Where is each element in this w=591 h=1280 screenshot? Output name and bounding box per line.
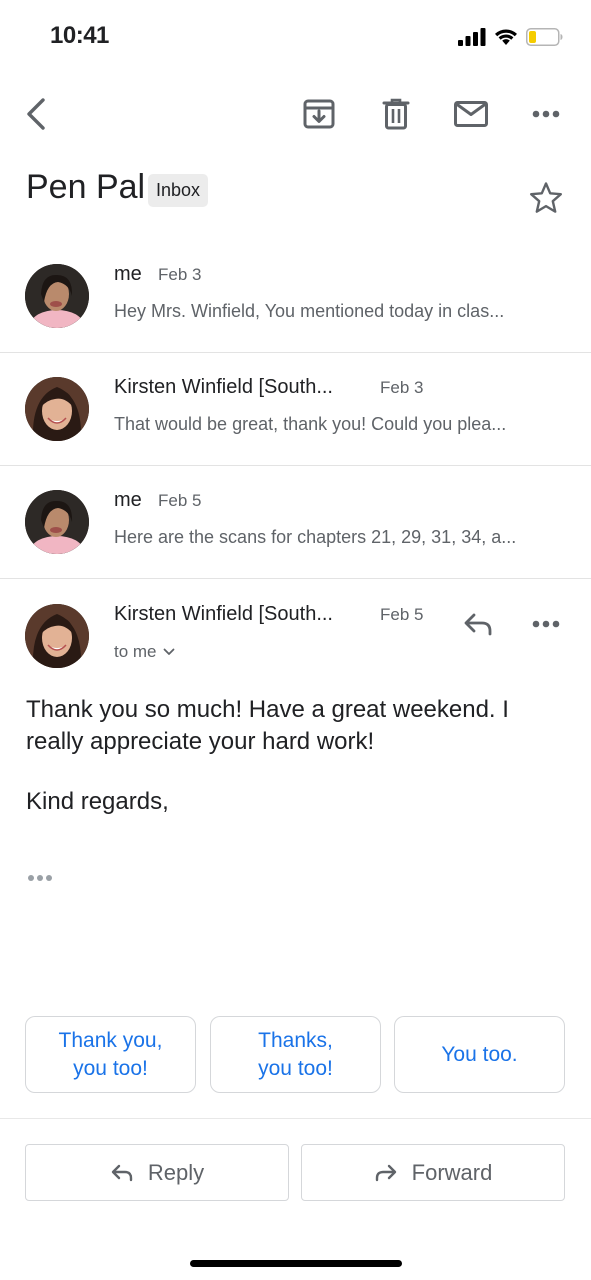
smart-reply-line: Thanks, [258,1028,333,1052]
home-indicator[interactable] [190,1260,402,1267]
message-row[interactable]: me Feb 5 Here are the scans for chapters… [0,466,591,579]
avatar [25,490,89,554]
battery-icon [526,28,563,46]
reply-icon [464,613,492,636]
reply-button[interactable]: Reply [25,1144,289,1201]
reply-icon-button[interactable] [450,594,506,654]
smart-reply-line: you too! [73,1056,148,1080]
smart-reply-line: You too. [441,1042,518,1066]
thread-subject: Pen Pal [26,168,146,206]
message-date: Feb 5 [380,605,424,624]
message-date: Feb 3 [380,378,424,397]
mark-unread-button[interactable] [443,84,499,144]
archive-icon [303,99,335,129]
more-icon [532,620,560,628]
smart-reply-line: Thank you, [58,1028,163,1052]
expanded-message: Kirsten Winfield [South... Feb 5 to me T… [0,580,591,1000]
recipient-label: to me [114,642,157,661]
back-button[interactable] [8,84,64,144]
recipient-details-toggle[interactable]: to me [114,642,175,662]
divider [0,1118,591,1119]
status-bar: 10:41 [0,0,591,76]
message-date: Feb 3 [158,265,202,284]
message-sender: me [114,263,142,285]
reply-icon [111,1164,133,1181]
status-time: 10:41 [50,22,109,49]
forward-button[interactable]: Forward [301,1144,565,1201]
cellular-signal-icon [458,28,486,46]
message-sender: Kirsten Winfield [South... [114,376,333,398]
show-trimmed-content-icon[interactable] [26,868,56,888]
message-closing: Kind regards, [26,788,169,815]
toolbar [0,84,591,144]
avatar [25,604,89,668]
more-icon [532,110,560,118]
message-date: Feb 5 [158,491,202,510]
message-sender: me [114,489,142,511]
message-snippet: Hey Mrs. Winfield, You mentioned today i… [114,301,505,321]
message-body: Thank you so much! Have a great weekend.… [26,696,509,755]
forward-icon [375,1164,396,1181]
wifi-icon [495,29,517,45]
smart-reply-button[interactable]: Thanks, you too! [210,1016,381,1093]
avatar [25,264,89,328]
back-icon [27,98,45,130]
forward-label: Forward [411,1159,493,1185]
archive-button[interactable] [291,84,347,144]
message-sender: Kirsten Winfield [South... [114,603,333,625]
message-snippet: Here are the scans for chapters 21, 29, … [114,527,517,547]
delete-button[interactable] [368,84,424,144]
more-options-button[interactable] [518,84,574,144]
mail-icon [454,101,488,127]
smart-reply-button[interactable]: You too. [394,1016,565,1093]
chevron-down-icon [163,648,174,655]
message-snippet: That would be great, thank you! Could yo… [114,414,507,434]
smart-reply-line: you too! [258,1056,333,1080]
message-row[interactable]: Kirsten Winfield [South... Feb 3 That wo… [0,353,591,466]
trash-icon [382,98,410,130]
star-icon[interactable] [528,180,564,216]
message-row[interactable]: me Feb 3 Hey Mrs. Winfield, You mentione… [0,240,591,353]
inbox-label-chip[interactable]: Inbox [148,174,209,207]
avatar [25,377,89,441]
thread-header: Pen Pal Inbox [0,160,591,224]
reply-label: Reply [147,1159,205,1185]
smart-reply-button[interactable]: Thank you, you too! [25,1016,196,1093]
message-more-button[interactable] [518,594,574,654]
